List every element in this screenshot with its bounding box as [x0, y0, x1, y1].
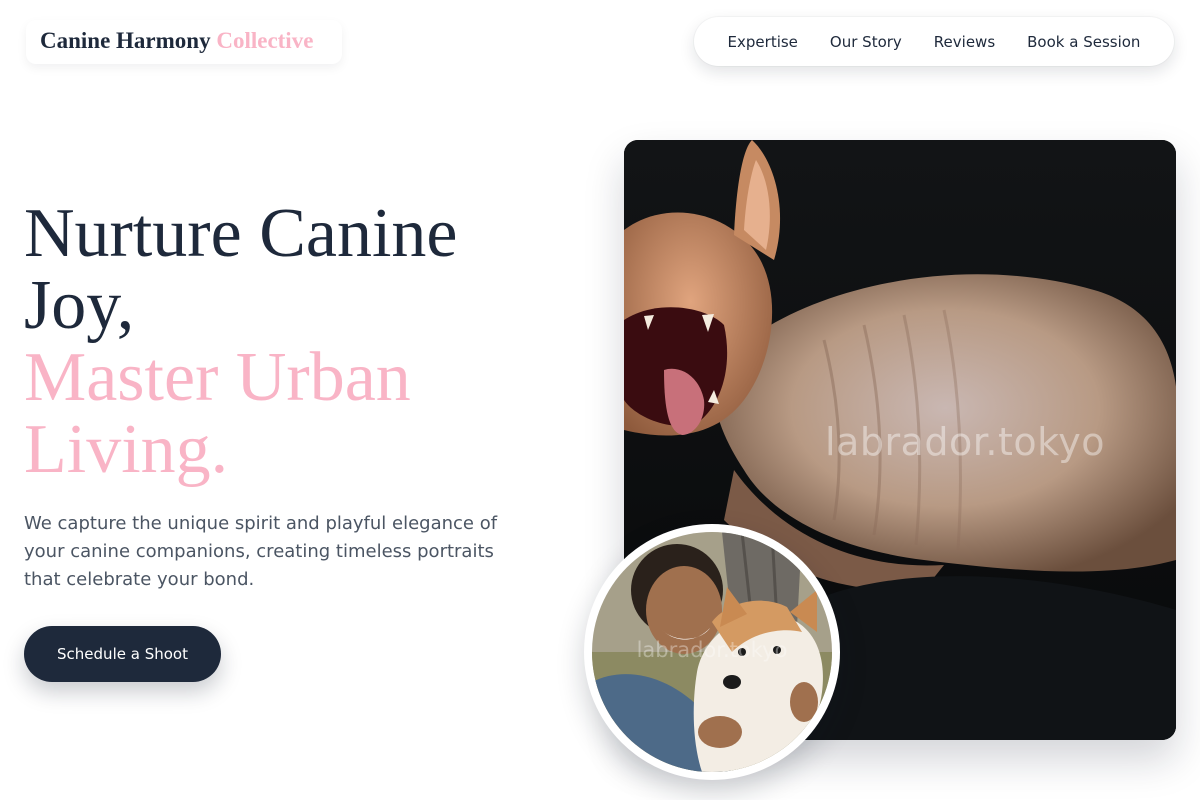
nav-link-reviews[interactable]: Reviews [934, 33, 995, 51]
nav-link-expertise[interactable]: Expertise [728, 33, 798, 51]
headline-line-2: Joy, [24, 267, 135, 344]
avatar-watermark: labrador.tokyo [636, 638, 788, 662]
brand-name: Canine Harmony [40, 28, 211, 53]
headline-accent-line-2: Living. [24, 411, 229, 488]
schedule-shoot-button[interactable]: Schedule a Shoot [24, 626, 221, 682]
nav-link-our-story[interactable]: Our Story [830, 33, 902, 51]
hero-headline: Nurture Canine Joy, Master Urban Living. [24, 198, 584, 486]
nav-link-book-session[interactable]: Book a Session [1027, 33, 1140, 51]
hero-description: We capture the unique spirit and playful… [24, 513, 498, 590]
main-nav: Expertise Our Story Reviews Book a Sessi… [694, 17, 1174, 66]
headline-line-1: Nurture Canine [24, 195, 458, 272]
brand-logo[interactable]: Canine Harmony Collective [26, 20, 342, 64]
brand-accent: Collective [216, 28, 314, 53]
owner-with-dog-photo: labrador.tokyo [584, 524, 840, 780]
headline-accent-line-1: Master Urban [24, 339, 411, 416]
photo-watermark: labrador.tokyo [825, 420, 1105, 464]
